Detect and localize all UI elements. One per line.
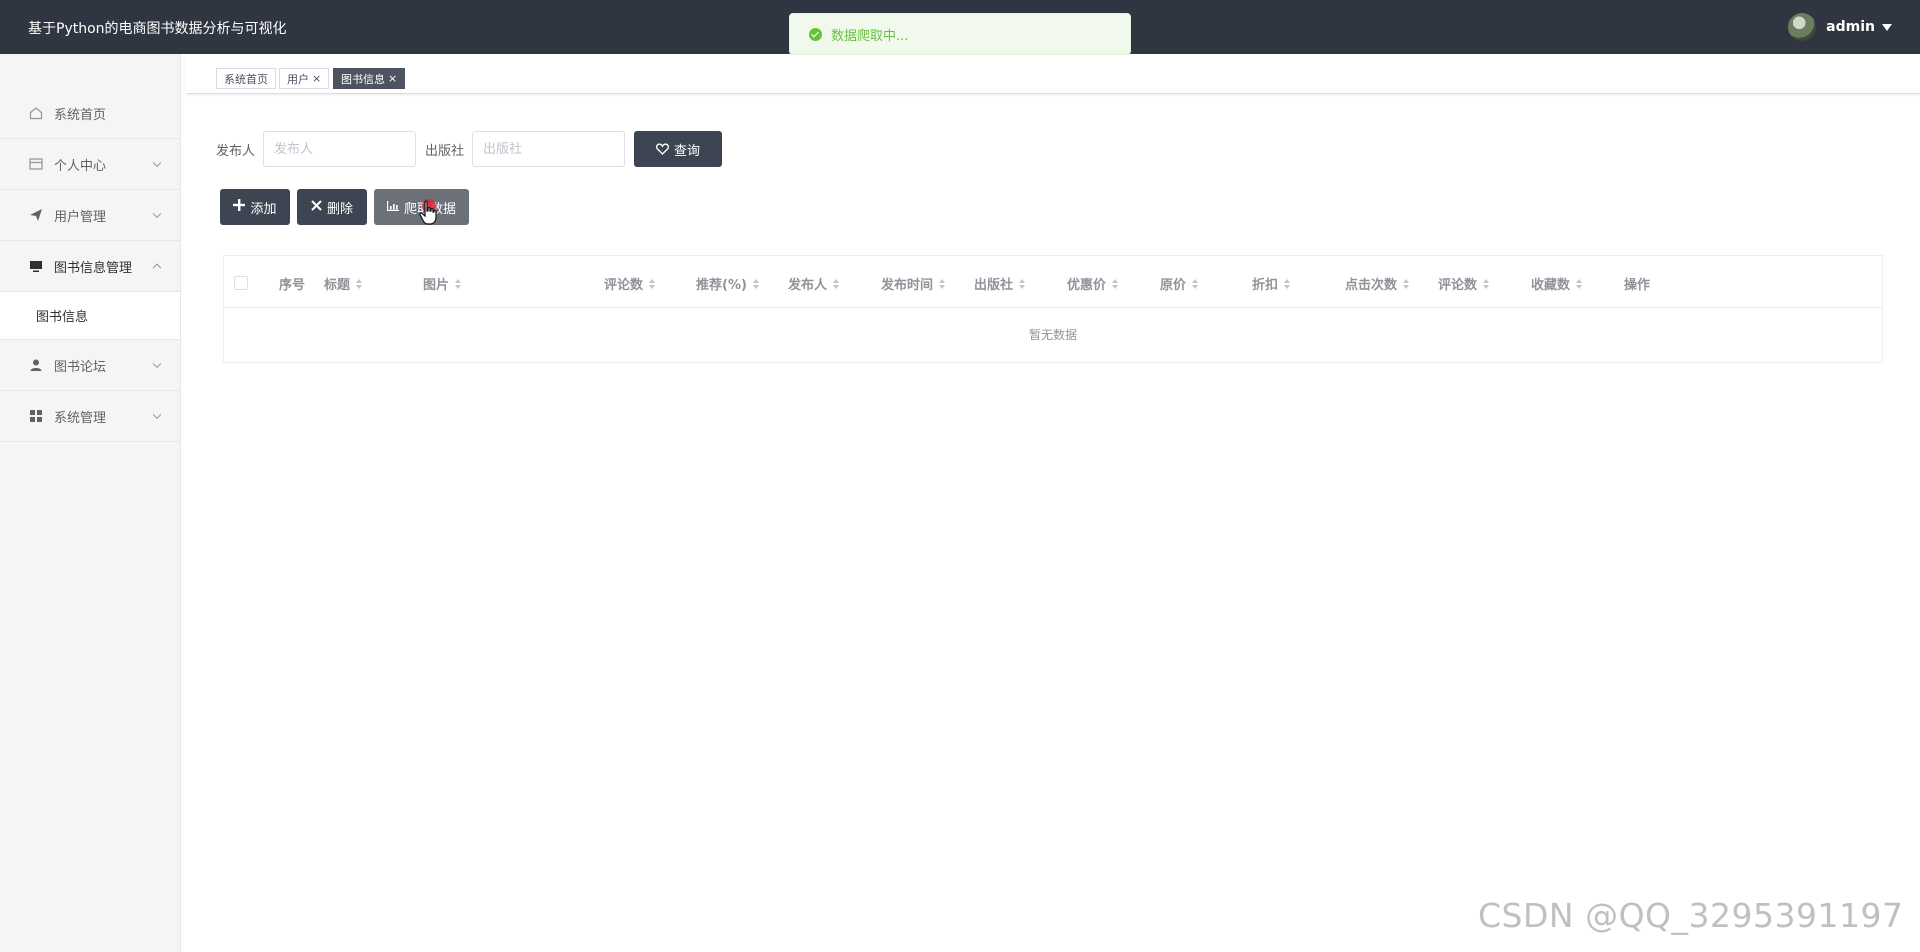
monitor-icon <box>28 259 44 273</box>
column-header-original-price[interactable]: 原价 <box>1160 274 1199 293</box>
home-icon <box>28 106 44 120</box>
chevron-down-icon <box>152 158 162 168</box>
sidebar-item-personal-center[interactable]: 个人中心 <box>0 139 180 190</box>
sidebar-item-label: 系统首页 <box>54 107 107 123</box>
add-button-label: 添加 <box>250 201 277 217</box>
column-header-sale-price[interactable]: 优惠价 <box>1067 274 1119 293</box>
sort-icon[interactable] <box>1284 278 1291 289</box>
toast-message: 数据爬取中... <box>831 28 909 44</box>
bar-chart-icon <box>386 200 399 215</box>
sidebar-item-label: 图书论坛 <box>54 359 107 375</box>
column-header-discount[interactable]: 折扣 <box>1252 274 1291 293</box>
query-button-label: 查询 <box>673 143 700 159</box>
chevron-down-icon <box>152 410 162 420</box>
plus-icon <box>233 199 246 215</box>
sort-icon[interactable] <box>939 278 946 289</box>
sort-icon[interactable] <box>1019 278 1026 289</box>
tab-home[interactable]: 系统首页 <box>216 68 276 89</box>
add-button[interactable]: 添加 <box>220 189 290 225</box>
sidebar-item-label: 图书信息管理 <box>54 260 133 276</box>
sidebar-subitem-book-info[interactable]: 图书信息 <box>0 292 180 340</box>
tab-user[interactable]: 用户 × <box>279 68 330 89</box>
sidebar: 系统首页 个人中心 用户管理 图书信息管理 图书信息 图书论坛 系统管理 <box>0 54 181 952</box>
id-card-icon <box>28 157 44 171</box>
book-info-table: 序号 标题 图片 评论数 推荐(%) 发布人 发布时间 出版社 优惠价 原价 折… <box>223 255 1883 363</box>
table-header: 序号 标题 图片 评论数 推荐(%) 发布人 发布时间 出版社 优惠价 原价 折… <box>224 256 1882 308</box>
sidebar-item-label: 系统管理 <box>54 410 107 426</box>
caret-down-icon[interactable] <box>1882 23 1892 31</box>
column-header-review-count[interactable]: 评论数 <box>1438 274 1490 293</box>
column-header-actions: 操作 <box>1624 278 1651 293</box>
paper-plane-icon <box>28 208 44 222</box>
column-header-comments[interactable]: 评论数 <box>604 274 656 293</box>
sidebar-item-home[interactable]: 系统首页 <box>0 54 180 139</box>
success-toast: 数据爬取中... <box>789 13 1131 55</box>
chevron-up-icon <box>152 263 162 273</box>
tab-label: 系统首页 <box>224 72 268 86</box>
sidebar-item-system-management[interactable]: 系统管理 <box>0 391 180 442</box>
sidebar-item-book-management[interactable]: 图书信息管理 <box>0 241 180 292</box>
user-icon <box>28 358 44 372</box>
tab-label: 用户 <box>287 72 309 86</box>
query-button[interactable]: 查询 <box>634 131 722 167</box>
chevron-down-icon <box>152 209 162 219</box>
delete-button-label: 删除 <box>326 201 353 217</box>
user-name[interactable]: admin <box>1826 19 1875 35</box>
publisher-search-input[interactable] <box>263 131 416 167</box>
sort-icon[interactable] <box>1403 278 1410 289</box>
column-header-press[interactable]: 出版社 <box>974 274 1026 293</box>
press-label: 出版社 <box>425 144 465 159</box>
sort-icon[interactable] <box>455 278 462 289</box>
sidebar-item-user-management[interactable]: 用户管理 <box>0 190 180 241</box>
user-menu[interactable]: admin <box>1788 13 1892 41</box>
sort-icon[interactable] <box>752 278 759 289</box>
sort-icon[interactable] <box>1483 278 1490 289</box>
sidebar-item-label: 个人中心 <box>54 158 107 174</box>
column-header-index: 序号 <box>279 278 306 293</box>
column-header-image[interactable]: 图片 <box>423 274 462 293</box>
table-empty-text: 暂无数据 <box>1028 328 1077 342</box>
sort-icon[interactable] <box>833 278 840 289</box>
column-header-publisher[interactable]: 发布人 <box>788 274 840 293</box>
delete-button[interactable]: 删除 <box>297 189 367 225</box>
grid-icon <box>28 409 44 423</box>
close-icon[interactable]: × <box>312 72 321 85</box>
app-title: 基于Python的电商图书数据分析与可视化 <box>28 21 287 37</box>
close-icon[interactable]: × <box>388 72 397 85</box>
column-header-click-count[interactable]: 点击次数 <box>1345 274 1410 293</box>
sort-icon[interactable] <box>1576 278 1583 289</box>
column-header-favorites[interactable]: 收藏数 <box>1531 274 1583 293</box>
column-header-title[interactable]: 标题 <box>324 274 363 293</box>
tab-label: 图书信息 <box>341 72 385 86</box>
chevron-down-icon <box>152 359 162 369</box>
select-all-checkbox[interactable] <box>234 276 248 290</box>
press-search-input[interactable] <box>472 131 625 167</box>
sort-icon[interactable] <box>1112 278 1119 289</box>
hand-cursor-icon <box>419 200 437 225</box>
sidebar-item-book-forum[interactable]: 图书论坛 <box>0 340 180 391</box>
avatar[interactable] <box>1788 13 1817 41</box>
sidebar-item-label: 用户管理 <box>54 209 107 225</box>
close-icon <box>311 199 322 215</box>
tab-book-info[interactable]: 图书信息 × <box>333 68 406 89</box>
heart-icon <box>655 143 669 155</box>
sort-icon[interactable] <box>649 278 656 289</box>
column-header-publish-time[interactable]: 发布时间 <box>881 274 946 293</box>
watermark: CSDN @QQ_3295391197 <box>1478 896 1904 935</box>
column-header-recommend[interactable]: 推荐(%) <box>696 274 759 293</box>
sort-icon[interactable] <box>1192 278 1199 289</box>
publisher-label: 发布人 <box>216 144 256 159</box>
check-circle-icon <box>809 27 822 41</box>
tags-view-bar: 系统首页 用户 × 图书信息 × <box>186 54 1920 94</box>
sort-icon[interactable] <box>356 278 363 289</box>
